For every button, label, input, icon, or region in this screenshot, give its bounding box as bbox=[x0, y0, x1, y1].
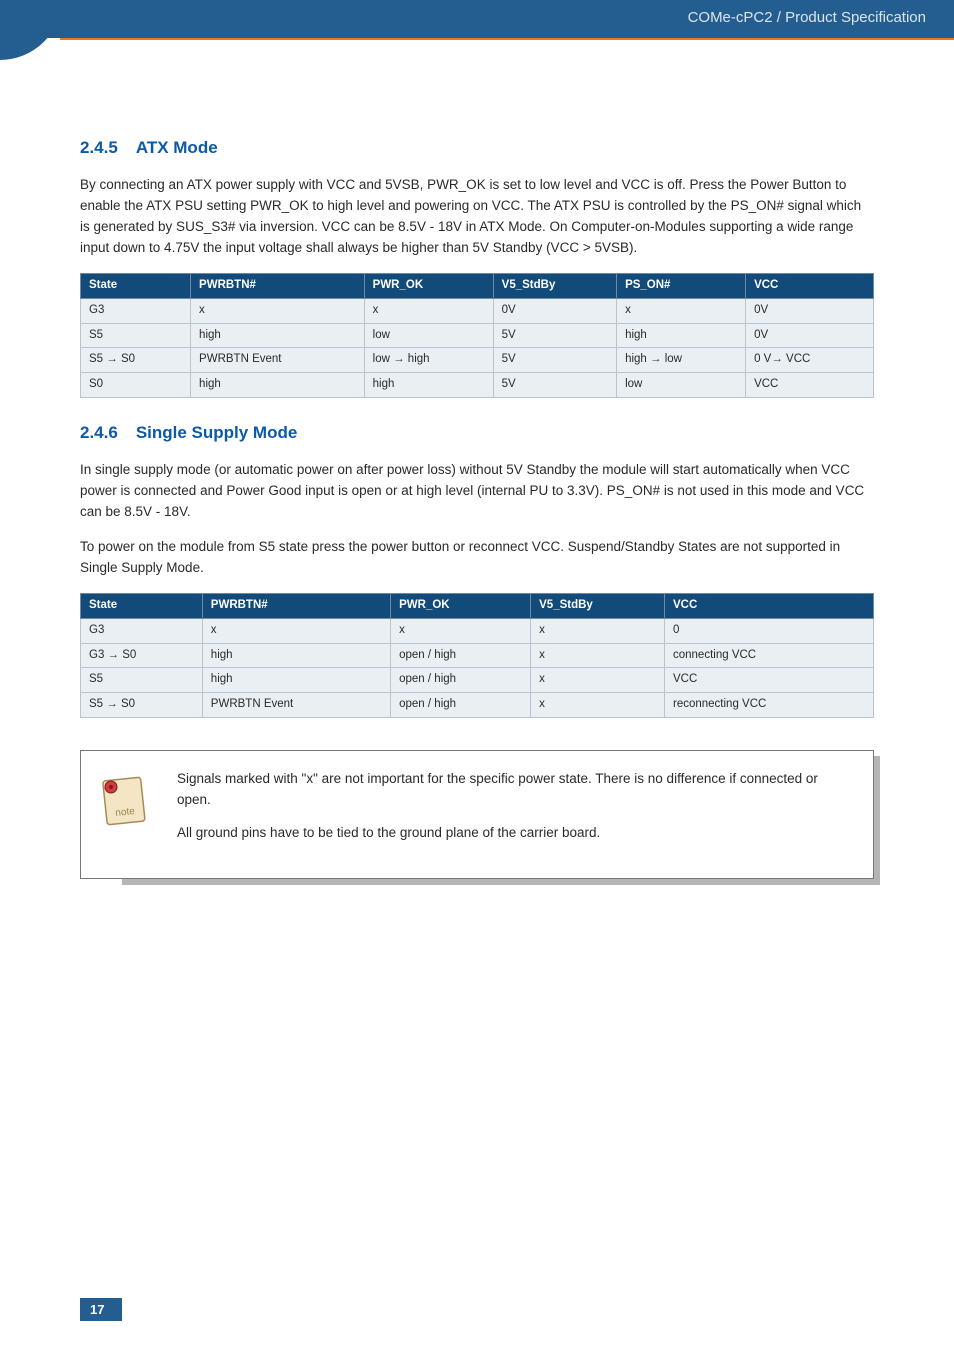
table-row: S0highhigh5VlowVCC bbox=[81, 373, 874, 398]
th-v5stdby: V5_StdBy bbox=[493, 274, 616, 299]
table-row: G3 → S0highopen / highxconnecting VCC bbox=[81, 643, 874, 668]
section-number: 2.4.5 bbox=[80, 135, 118, 161]
table-row: G3xx0Vx0V bbox=[81, 298, 874, 323]
note-box: note Signals marked with "x" are not imp… bbox=[80, 750, 874, 879]
footer: 17 bbox=[80, 1298, 122, 1321]
table-row: S5 → S0PWRBTN Eventopen / highxreconnect… bbox=[81, 693, 874, 718]
single-supply-paragraph-2: To power on the module from S5 state pre… bbox=[80, 537, 874, 579]
th-state: State bbox=[81, 594, 203, 619]
section-title: Single Supply Mode bbox=[136, 423, 298, 442]
table-row: S5highlow5Vhigh0V bbox=[81, 323, 874, 348]
single-supply-state-table: State PWRBTN# PWR_OK V5_StdBy VCC G3xxx0… bbox=[80, 593, 874, 718]
th-vcc: VCC bbox=[746, 274, 874, 299]
th-pwrok: PWR_OK bbox=[391, 594, 531, 619]
table-row: G3xxx0 bbox=[81, 618, 874, 643]
svg-text:note: note bbox=[115, 806, 136, 819]
atx-paragraph: By connecting an ATX power supply with V… bbox=[80, 175, 874, 259]
th-vcc: VCC bbox=[665, 594, 874, 619]
note-icon: note bbox=[97, 775, 152, 830]
table-row: S5 → S0PWRBTN Eventlow → high5Vhigh → lo… bbox=[81, 348, 874, 373]
th-pson: PS_ON# bbox=[617, 274, 746, 299]
section-title: ATX Mode bbox=[136, 138, 218, 157]
breadcrumb: COMe-cPC2 / Product Specification bbox=[688, 9, 926, 26]
note-text-2: All ground pins have to be tied to the g… bbox=[177, 823, 851, 844]
note-text-1: Signals marked with "x" are not importan… bbox=[177, 769, 851, 811]
th-pwrbtn: PWRBTN# bbox=[191, 274, 365, 299]
section-heading-atx: 2.4.5 ATX Mode bbox=[80, 135, 874, 161]
table-row: S5highopen / highxVCC bbox=[81, 668, 874, 693]
single-supply-paragraph-1: In single supply mode (or automatic powe… bbox=[80, 460, 874, 523]
section-heading-single-supply: 2.4.6 Single Supply Mode bbox=[80, 420, 874, 446]
th-state: State bbox=[81, 274, 191, 299]
header-bar: COMe-cPC2 / Product Specification bbox=[0, 0, 954, 38]
section-number: 2.4.6 bbox=[80, 420, 118, 446]
atx-state-table: State PWRBTN# PWR_OK V5_StdBy PS_ON# VCC… bbox=[80, 273, 874, 398]
header-accent-line bbox=[60, 38, 954, 40]
th-v5stdby: V5_StdBy bbox=[531, 594, 665, 619]
th-pwrbtn: PWRBTN# bbox=[202, 594, 390, 619]
th-pwrok: PWR_OK bbox=[364, 274, 493, 299]
page-number: 17 bbox=[80, 1298, 122, 1321]
